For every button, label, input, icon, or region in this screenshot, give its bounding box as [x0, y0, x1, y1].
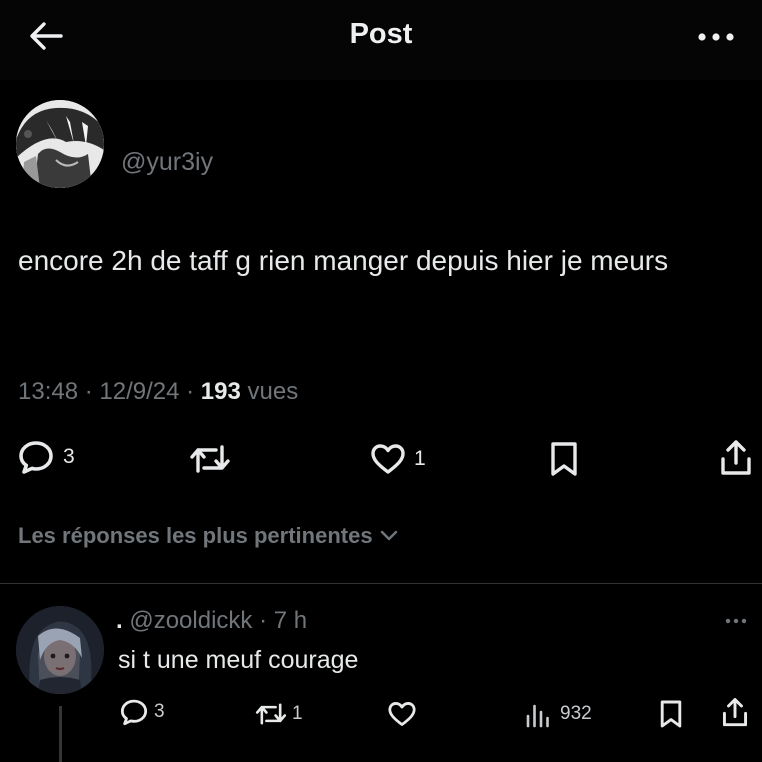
bar-chart-icon [524, 700, 552, 728]
reply-separator: · [252, 607, 274, 634]
reply-bookmark-button[interactable] [659, 699, 683, 729]
reply-share-button[interactable] [722, 697, 748, 728]
meta-separator: · [78, 378, 100, 405]
author-avatar[interactable] [16, 100, 104, 188]
post-time: 13:48 [18, 378, 79, 405]
meta-separator: · [179, 378, 201, 405]
reply-icon [120, 698, 148, 726]
repost-icon [254, 701, 288, 727]
reply-author-avatar[interactable] [16, 606, 104, 694]
more-button[interactable] [692, 20, 740, 56]
reply-icon [18, 439, 54, 475]
post-date: 12/9/24 [99, 378, 180, 405]
reply-time: 7 h [273, 607, 308, 634]
post-text: encore 2h de taff g rien manger depuis h… [18, 245, 669, 276]
divider [0, 583, 762, 584]
reply-views-count: 932 [560, 703, 592, 724]
views-count: 193 [200, 378, 241, 405]
views-label: vues [240, 378, 299, 405]
reply-more-button[interactable] [722, 612, 750, 630]
reply-handle[interactable]: @zooldickk [129, 607, 252, 634]
reply-reply-count: 3 [154, 701, 165, 722]
more-horizontal-icon [697, 29, 735, 47]
reply-text: si t une meuf courage [118, 646, 359, 674]
page-title: Post [349, 18, 413, 50]
repost-icon [188, 442, 232, 476]
heart-icon [370, 443, 406, 475]
more-horizontal-icon [724, 612, 748, 630]
like-button[interactable]: 1 [370, 443, 426, 475]
share-icon [722, 697, 748, 728]
top-bar: Post [0, 0, 762, 80]
heart-icon [387, 701, 417, 727]
reply-header: . @zooldickk · 7 h [116, 607, 307, 635]
reply-repost-count: 1 [292, 703, 303, 724]
like-count: 1 [414, 447, 426, 470]
share-icon [720, 439, 752, 477]
reply-button[interactable]: 3 [18, 439, 75, 475]
repost-button[interactable] [188, 442, 232, 476]
replies-sort-dropdown[interactable]: Les réponses les plus pertinentes [18, 523, 399, 549]
reply-like-button[interactable] [387, 701, 417, 727]
bookmark-icon [549, 441, 579, 477]
reply-reply-button[interactable]: 3 [120, 698, 165, 726]
bookmark-icon [659, 699, 683, 729]
reply-prefix: . [116, 607, 123, 634]
chevron-down-icon [379, 523, 399, 549]
reply-views[interactable]: 932 [524, 700, 592, 728]
author-handle[interactable]: @yur3iy [121, 148, 213, 177]
reply-repost-button[interactable]: 1 [254, 701, 303, 727]
share-button[interactable] [720, 439, 752, 477]
thread-line [59, 706, 62, 762]
bookmark-button[interactable] [549, 441, 579, 477]
post-meta: 13:48 · 12/9/24 · 193 vues [18, 378, 298, 406]
reply-count: 3 [63, 445, 75, 468]
replies-sort-label: Les réponses les plus pertinentes [18, 523, 373, 548]
